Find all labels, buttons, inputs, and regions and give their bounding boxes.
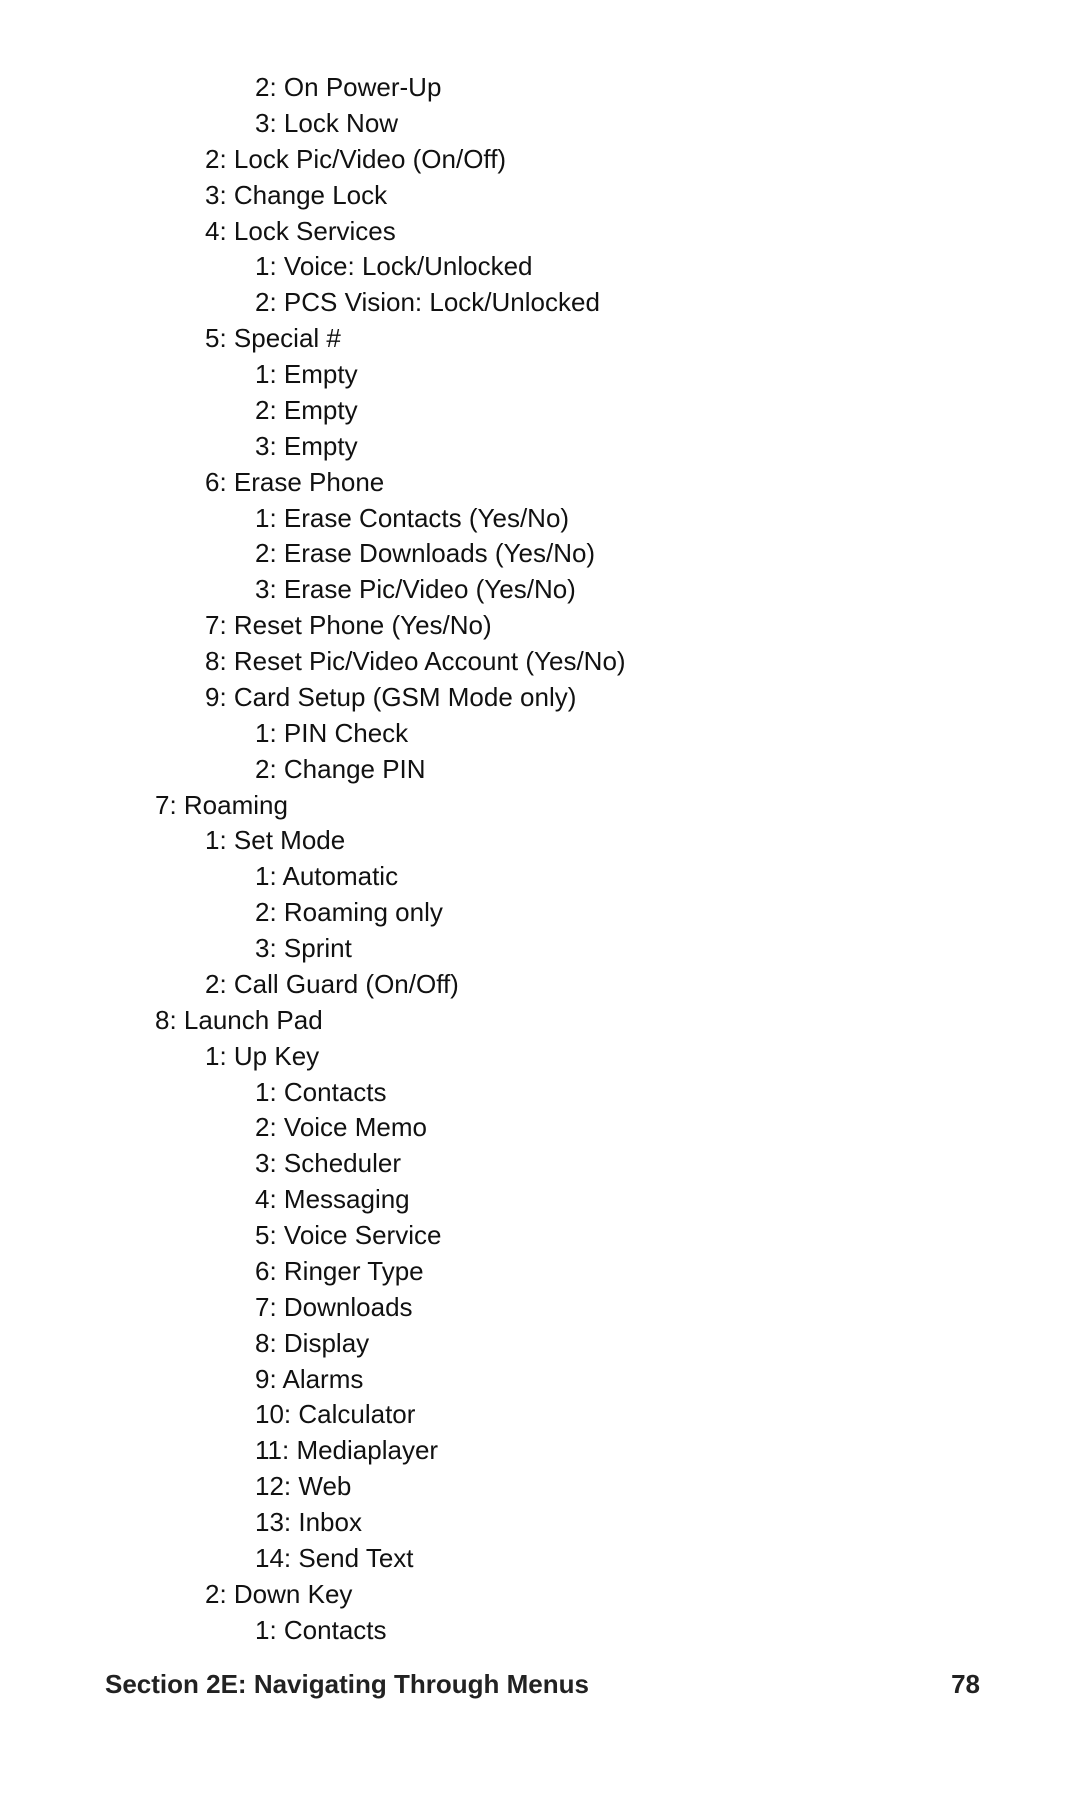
menu-line: 3: Empty [105,429,980,465]
menu-line: 2: Change PIN [105,752,980,788]
footer: Section 2E: Navigating Through Menus 78 [105,1669,980,1700]
menu-line: 5: Voice Service [105,1218,980,1254]
menu-line: 3: Erase Pic/Video (Yes/No) [105,572,980,608]
menu-line: 2: On Power-Up [105,70,980,106]
menu-line: 2: Down Key [105,1577,980,1613]
menu-line: 11: Mediaplayer [105,1433,980,1469]
menu-line: 3: Sprint [105,931,980,967]
menu-line: 4: Messaging [105,1182,980,1218]
menu-line: 1: Set Mode [105,823,980,859]
menu-line: 3: Change Lock [105,178,980,214]
page: 2: On Power-Up3: Lock Now2: Lock Pic/Vid… [0,0,1080,1800]
menu-line: 7: Roaming [105,788,980,824]
menu-line: 1: Contacts [105,1075,980,1111]
menu-line: 2: PCS Vision: Lock/Unlocked [105,285,980,321]
menu-line: 9: Alarms [105,1362,980,1398]
menu-line: 1: Automatic [105,859,980,895]
menu-line: 1: Up Key [105,1039,980,1075]
footer-section: Section 2E: Navigating Through Menus [105,1669,589,1700]
menu-line: 2: Call Guard (On/Off) [105,967,980,1003]
menu-line: 2: Erase Downloads (Yes/No) [105,536,980,572]
menu-line: 4: Lock Services [105,214,980,250]
menu-line: 6: Ringer Type [105,1254,980,1290]
menu-line: 7: Downloads [105,1290,980,1326]
menu-line: 8: Display [105,1326,980,1362]
menu-line: 1: Erase Contacts (Yes/No) [105,501,980,537]
menu-line: 5: Special # [105,321,980,357]
menu-line: 14: Send Text [105,1541,980,1577]
menu-line: 3: Lock Now [105,106,980,142]
menu-line: 2: Lock Pic/Video (On/Off) [105,142,980,178]
menu-line: 8: Launch Pad [105,1003,980,1039]
menu-line: 2: Roaming only [105,895,980,931]
menu-line: 1: Contacts [105,1613,980,1649]
menu-line: 9: Card Setup (GSM Mode only) [105,680,980,716]
menu-line: 1: Empty [105,357,980,393]
menu-line: 13: Inbox [105,1505,980,1541]
menu-line: 1: Voice: Lock/Unlocked [105,249,980,285]
menu-outline: 2: On Power-Up3: Lock Now2: Lock Pic/Vid… [105,70,980,1649]
footer-page-number: 78 [951,1669,980,1700]
menu-line: 2: Empty [105,393,980,429]
menu-line: 10: Calculator [105,1397,980,1433]
menu-line: 8: Reset Pic/Video Account (Yes/No) [105,644,980,680]
menu-line: 1: PIN Check [105,716,980,752]
menu-line: 6: Erase Phone [105,465,980,501]
menu-line: 3: Scheduler [105,1146,980,1182]
menu-line: 7: Reset Phone (Yes/No) [105,608,980,644]
menu-line: 2: Voice Memo [105,1110,980,1146]
menu-line: 12: Web [105,1469,980,1505]
